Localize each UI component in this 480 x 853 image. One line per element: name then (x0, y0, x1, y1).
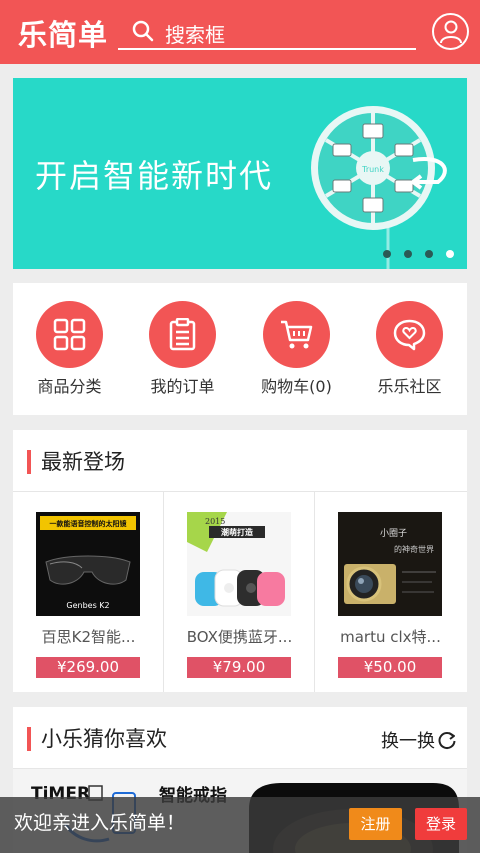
section-title: 最新登场 (41, 450, 125, 474)
camera-lens-image: 小圈子 的神奇世界 (338, 512, 442, 616)
user-profile-button[interactable] (432, 13, 469, 50)
product-price: ¥50.00 (338, 657, 442, 678)
quick-nav: 商品分类 我的订单 购物车(0) 乐乐社区 (13, 283, 467, 415)
refresh-button[interactable]: 换一换 (381, 727, 457, 753)
login-button[interactable]: 登录 (415, 808, 467, 840)
product-name[interactable]: BOX便携蓝牙... (164, 626, 315, 647)
top-bar: 乐简单 搜索框 (0, 0, 480, 64)
image-caption: 一款能语音控制的太阳镜 (50, 519, 127, 528)
nav-community[interactable]: 乐乐社区 (353, 283, 466, 415)
cart-icon (281, 320, 313, 349)
section-accent-bar (27, 450, 31, 474)
banner-product-label: Trunk (361, 165, 384, 174)
nav-orders[interactable]: 我的订单 (126, 283, 239, 415)
nav-category[interactable]: 商品分类 (13, 283, 126, 415)
nav-label[interactable]: 商品分类 (13, 373, 126, 397)
image-caption: 小圈子 (380, 528, 407, 539)
product-image[interactable]: 2015 潮萌打造 (187, 512, 291, 616)
nav-label[interactable]: 乐乐社区 (353, 373, 466, 397)
search-icon (132, 20, 154, 42)
carousel-indicator[interactable] (383, 250, 454, 258)
category-button[interactable] (36, 301, 103, 368)
carousel-dot[interactable] (425, 250, 433, 258)
product-name[interactable]: martu clx特... (315, 626, 466, 647)
cart-button[interactable] (263, 301, 330, 368)
product-image[interactable]: 小圈子 的神奇世界 (338, 512, 442, 616)
banner-headline: 开启智能新时代 (35, 157, 274, 195)
section-accent-bar (27, 727, 31, 751)
register-button[interactable]: 注册 (349, 808, 402, 840)
product-card[interactable]: 一款能语音控制的太阳镜 Genbes K2 百思K2智能... ¥269.00 (13, 492, 164, 692)
refresh-icon (438, 732, 456, 750)
power-strip-illustration: Trunk (311, 106, 447, 269)
refresh-label[interactable]: 换一换 (381, 727, 435, 753)
section-header: 小乐猜你喜欢 换一换 (13, 707, 467, 769)
image-brand: Genbes K2 (66, 601, 109, 610)
welcome-message: 欢迎亲进入乐简单！ (14, 812, 186, 834)
image-brand: 的神奇世界 (394, 544, 434, 554)
user-icon (440, 20, 462, 44)
sunglasses-image: 一款能语音控制的太阳镜 Genbes K2 (36, 512, 140, 616)
search-box[interactable]: 搜索框 (118, 12, 416, 50)
carousel-dot-active[interactable] (446, 250, 454, 258)
nav-cart[interactable]: 购物车(0) (240, 283, 353, 415)
community-button[interactable] (376, 301, 443, 368)
search-placeholder[interactable]: 搜索框 (165, 19, 225, 48)
product-name[interactable]: 百思K2智能... (13, 626, 164, 647)
product-image[interactable]: 一款能语音控制的太阳镜 Genbes K2 (36, 512, 140, 616)
promo-banner[interactable]: 开启智能新时代 Trunk (13, 78, 467, 269)
nav-label[interactable]: 购物车(0) (240, 373, 353, 397)
product-card[interactable]: 小圈子 的神奇世界 martu clx特... ¥50.00 (315, 492, 466, 692)
product-card[interactable]: 2015 潮萌打造 BOX便携蓝牙... ¥79.00 (164, 492, 315, 692)
carousel-dot[interactable] (383, 250, 391, 258)
chat-bubble-icon (393, 319, 426, 351)
product-price: ¥269.00 (36, 657, 140, 678)
nav-label[interactable]: 我的订单 (126, 373, 239, 397)
image-caption: 2015 (205, 517, 225, 526)
product-list: 一款能语音控制的太阳镜 Genbes K2 百思K2智能... ¥269.00 … (13, 492, 467, 692)
orders-button[interactable] (149, 301, 216, 368)
image-brand: 潮萌打造 (221, 527, 253, 537)
app-logo[interactable]: 乐简单 (18, 12, 108, 54)
newest-section: 最新登场 一款能语音控制的太阳镜 Genbes K2 百思K2智能... ¥26… (13, 430, 467, 692)
order-list-icon (169, 318, 196, 351)
speaker-image: 2015 潮萌打造 (187, 512, 291, 616)
product-price: ¥79.00 (187, 657, 291, 678)
section-title: 小乐猜你喜欢 (41, 727, 167, 751)
grid-icon (53, 318, 86, 351)
carousel-dot[interactable] (404, 250, 412, 258)
section-header: 最新登场 (13, 430, 467, 492)
welcome-toast: 欢迎亲进入乐简单！ 注册 登录 (0, 797, 480, 853)
